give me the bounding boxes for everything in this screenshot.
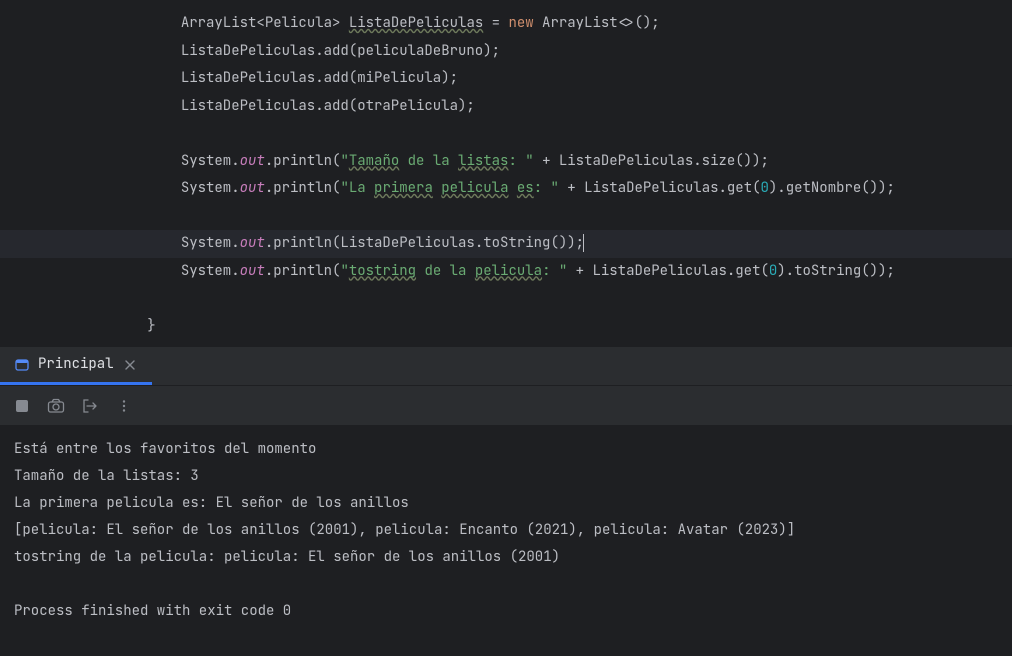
stop-icon[interactable] bbox=[12, 396, 32, 416]
run-configuration-icon bbox=[14, 357, 30, 373]
code-line[interactable]: System.out.println("tostring de la pelic… bbox=[0, 258, 1012, 286]
camera-icon[interactable] bbox=[46, 396, 66, 416]
run-tab-principal[interactable]: Principal bbox=[0, 347, 152, 385]
console-toolbar bbox=[0, 386, 1012, 426]
run-tab-bar: Principal bbox=[0, 346, 1012, 386]
code-line[interactable]: ListaDePeliculas.add(otraPelicula); bbox=[0, 93, 1012, 121]
text-caret bbox=[583, 234, 584, 252]
more-icon[interactable] bbox=[114, 396, 134, 416]
exit-icon[interactable] bbox=[80, 396, 100, 416]
close-tab-button[interactable] bbox=[122, 357, 138, 373]
console-line: Tamaño de la listas: 3 bbox=[14, 463, 998, 490]
console-line: Está entre los favoritos del momento bbox=[14, 436, 998, 463]
code-line[interactable] bbox=[0, 285, 1012, 313]
code-line[interactable]: System.out.println("La primera pelicula … bbox=[0, 175, 1012, 203]
console-line: tostring de la pelicula: pelicula: El se… bbox=[14, 544, 998, 571]
run-tab-label: Principal bbox=[38, 352, 114, 377]
code-line[interactable]: System.out.println(ListaDePeliculas.toSt… bbox=[0, 230, 1012, 258]
code-line[interactable]: System.out.println("Tamaño de la listas:… bbox=[0, 148, 1012, 176]
console-line: [pelicula: El señor de los anillos (2001… bbox=[14, 517, 998, 544]
code-line[interactable]: ListaDePeliculas.add(peliculaDeBruno); bbox=[0, 38, 1012, 66]
code-editor[interactable]: ArrayList<Pelicula> ListaDePeliculas = n… bbox=[0, 0, 1012, 346]
console-line bbox=[14, 571, 998, 598]
code-line[interactable]: ArrayList<Pelicula> ListaDePeliculas = n… bbox=[0, 10, 1012, 38]
code-line[interactable] bbox=[0, 120, 1012, 148]
console-output[interactable]: Está entre los favoritos del momentoTama… bbox=[0, 426, 1012, 635]
code-line[interactable] bbox=[0, 203, 1012, 231]
console-line: La primera pelicula es: El señor de los … bbox=[14, 490, 998, 517]
code-line[interactable]: ListaDePeliculas.add(miPelicula); bbox=[0, 65, 1012, 93]
code-line[interactable]: } bbox=[0, 313, 1012, 341]
console-line: Process finished with exit code 0 bbox=[14, 598, 998, 625]
